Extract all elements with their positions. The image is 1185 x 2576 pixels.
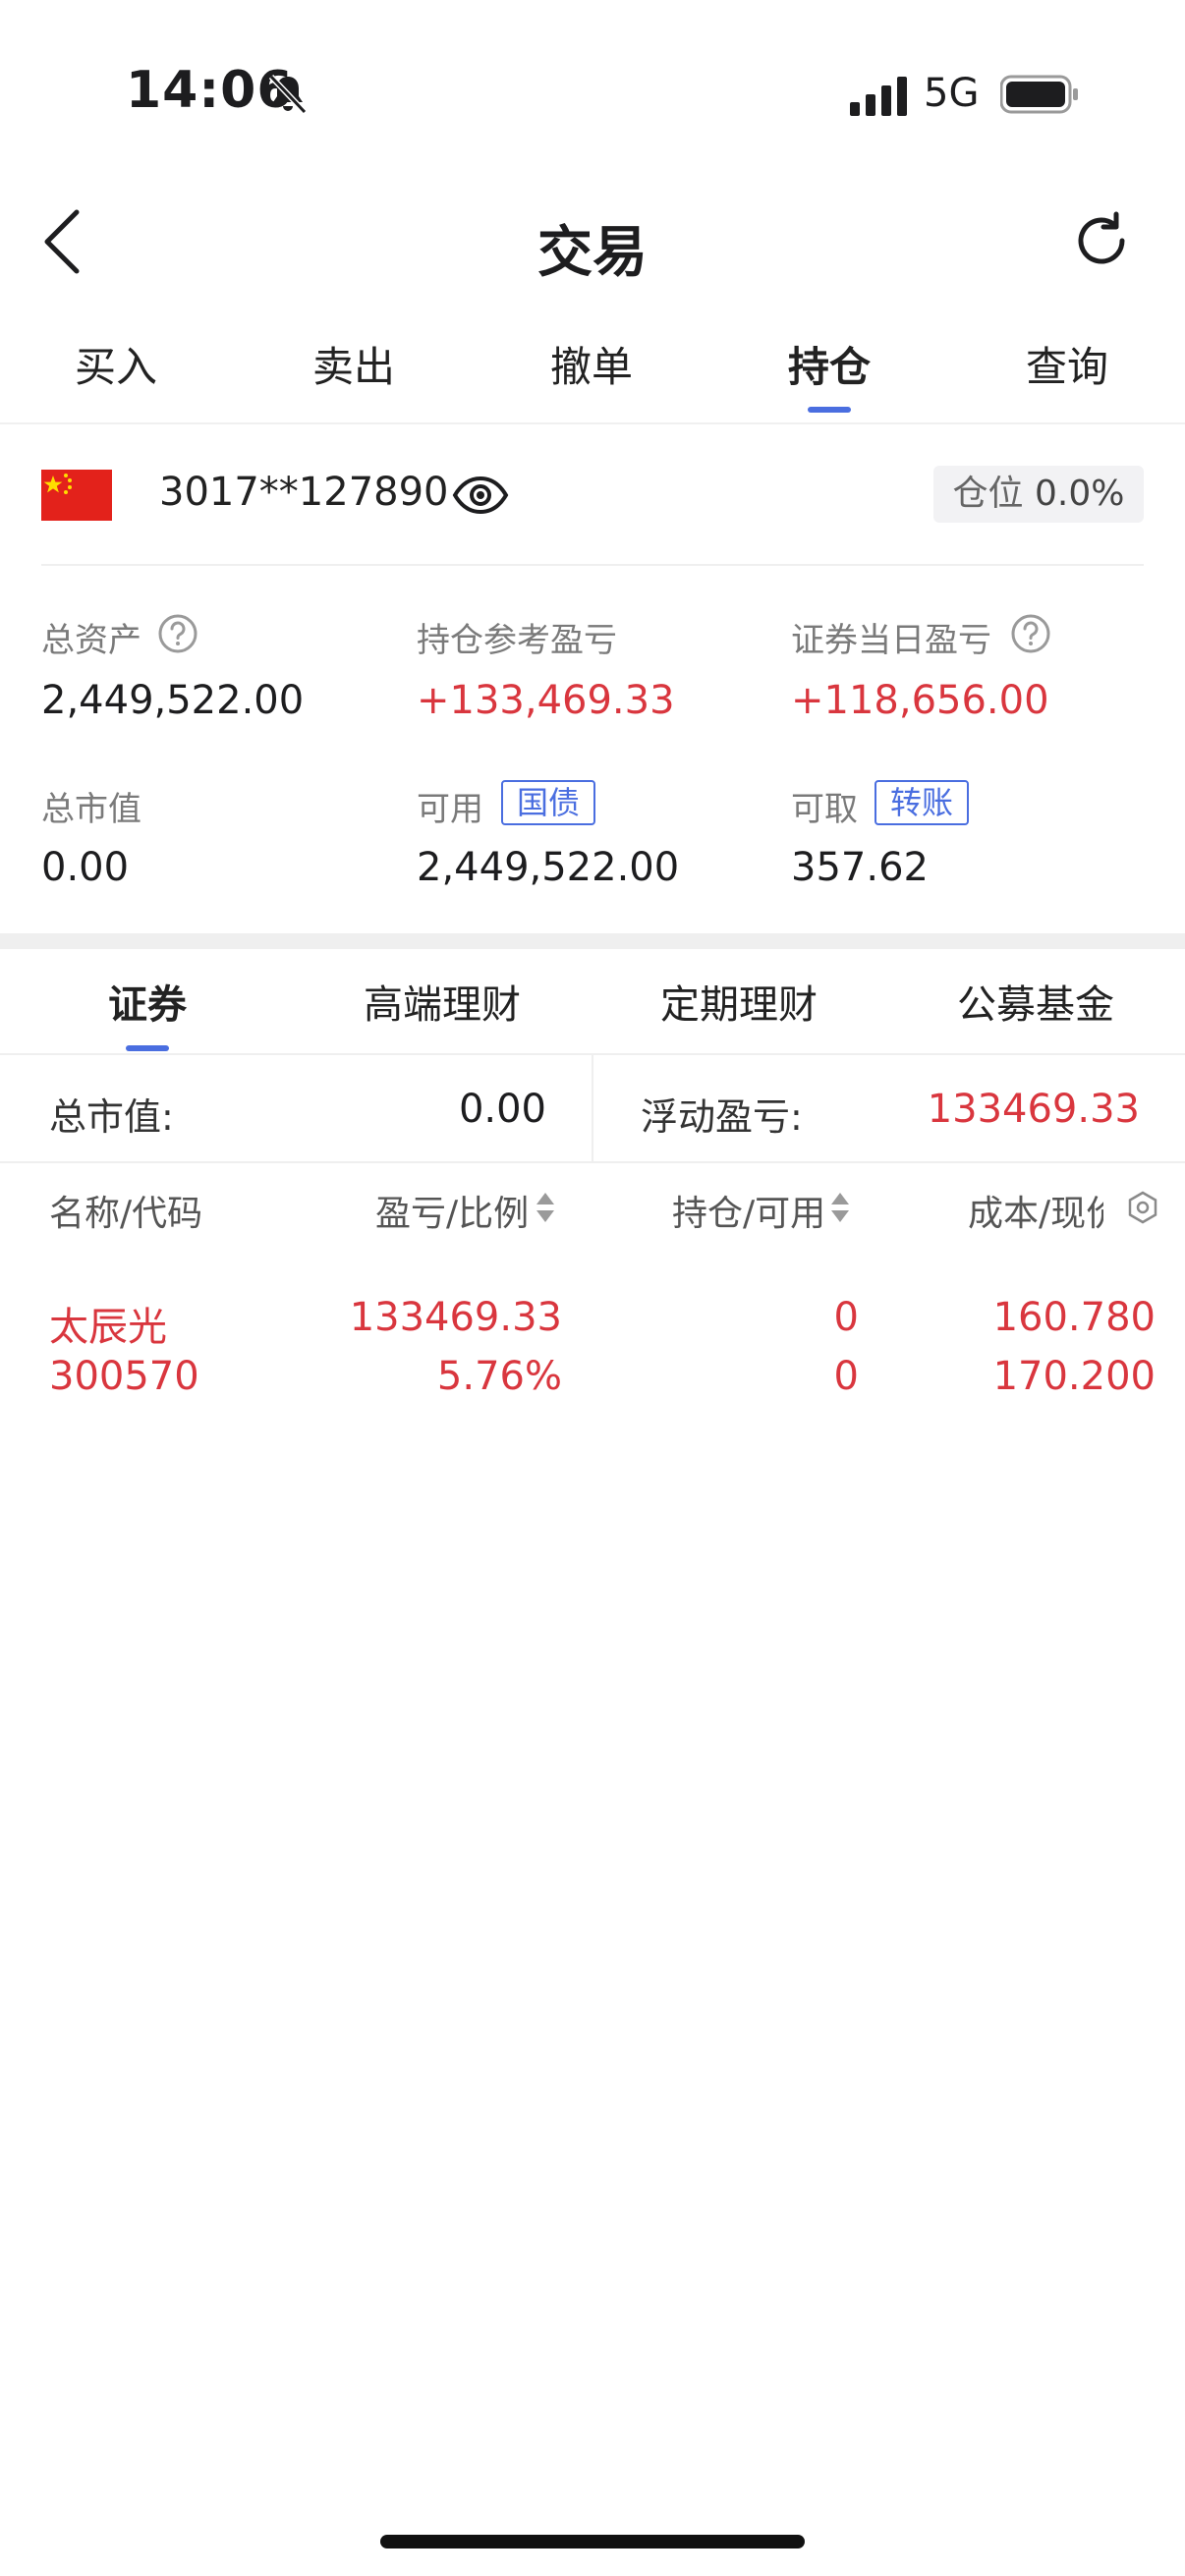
help-icon[interactable] <box>1010 613 1051 654</box>
divider <box>0 422 1185 424</box>
treasury-bond-button[interactable]: 国债 <box>501 780 596 825</box>
china-flag-icon <box>41 470 112 521</box>
available-label: 可用 <box>417 790 483 829</box>
today-pnl-label: 证券当日盈亏 <box>791 621 991 660</box>
settings-hexagon-icon[interactable] <box>1126 1191 1159 1224</box>
stock-code: 300570 <box>49 1354 199 1399</box>
transfer-button[interactable]: 转账 <box>875 780 970 825</box>
stock-available: 0 <box>833 1354 859 1399</box>
position-label: 仓位 <box>952 474 1024 514</box>
market-value-label: 总市值 <box>41 790 141 829</box>
subtab-premium-wealth[interactable]: 高端理财 <box>295 973 590 1030</box>
summary-market-value: 0.00 <box>458 1087 546 1132</box>
section-separator <box>0 933 1185 949</box>
main-tabs: 买入 卖出 撤单 持仓 查询 <box>0 324 1185 422</box>
market-value-value: 0.00 <box>41 845 130 890</box>
stock-pnl: 133469.33 <box>349 1295 562 1340</box>
header-cost-price-clip: 成本/现价 <box>968 1185 1103 1234</box>
refresh-icon[interactable] <box>1071 210 1132 271</box>
account-id: 3017**127890 <box>159 470 449 515</box>
eye-icon[interactable] <box>452 472 509 519</box>
sort-icon[interactable] <box>829 1191 851 1224</box>
available-value: 2,449,522.00 <box>417 845 680 890</box>
page-title: 交易 <box>537 221 648 285</box>
tab-indicator <box>808 407 851 413</box>
divider <box>0 1161 1185 1163</box>
divider <box>592 1055 593 1161</box>
stock-price: 170.200 <box>992 1354 1156 1399</box>
holding-pnl-value: +133,469.33 <box>417 678 675 723</box>
home-indicator[interactable] <box>380 2535 805 2548</box>
summary-market-value-label: 总市值: <box>49 1095 174 1139</box>
subtab-securities[interactable]: 证券 <box>0 973 295 1030</box>
divider <box>41 564 1144 566</box>
withdrawable-value: 357.62 <box>791 845 929 890</box>
tab-holdings[interactable]: 持仓 <box>731 334 928 394</box>
help-icon[interactable] <box>157 613 198 654</box>
header-pnl-ratio[interactable]: 盈亏/比例 <box>375 1185 529 1236</box>
sort-icon[interactable] <box>535 1191 556 1224</box>
stock-holding: 0 <box>833 1295 859 1340</box>
network-label: 5G <box>924 71 980 116</box>
tab-query[interactable]: 查询 <box>969 334 1165 394</box>
position-badge: 仓位 0.0% <box>933 466 1144 523</box>
stock-cost: 160.780 <box>992 1295 1156 1340</box>
position-value: 0.0% <box>1035 474 1125 514</box>
subtab-fixed-term[interactable]: 定期理财 <box>592 973 886 1030</box>
header-cost-price[interactable]: 成本/现价 <box>968 1194 1103 1234</box>
table-row[interactable]: 太辰光 300570 133469.33 5.76% 0 0 160.780 1… <box>0 1277 1185 1415</box>
summary-floating-pnl: 133469.33 <box>927 1087 1140 1132</box>
holding-pnl-label: 持仓参考盈亏 <box>417 621 617 660</box>
total-assets-value: 2,449,522.00 <box>41 678 305 723</box>
subtab-indicator <box>126 1045 169 1051</box>
header-name-code[interactable]: 名称/代码 <box>49 1185 202 1236</box>
stock-ratio: 5.76% <box>436 1354 562 1399</box>
bell-slash-icon <box>268 74 308 115</box>
battery-icon <box>1000 75 1078 114</box>
tab-buy[interactable]: 买入 <box>18 334 214 394</box>
today-pnl-value: +118,656.00 <box>791 678 1049 723</box>
subtab-mutual-funds[interactable]: 公募基金 <box>888 973 1183 1030</box>
tab-cancel[interactable]: 撤单 <box>493 334 690 394</box>
withdrawable-label: 可取 <box>791 790 858 829</box>
signal-icon <box>850 77 907 116</box>
total-assets-label: 总资产 <box>41 621 141 660</box>
tab-sell[interactable]: 卖出 <box>255 334 452 394</box>
header-holding-available[interactable]: 持仓/可用 <box>672 1185 825 1236</box>
summary-floating-pnl-label: 浮动盈亏: <box>641 1095 803 1139</box>
stock-name: 太辰光 <box>49 1305 167 1350</box>
